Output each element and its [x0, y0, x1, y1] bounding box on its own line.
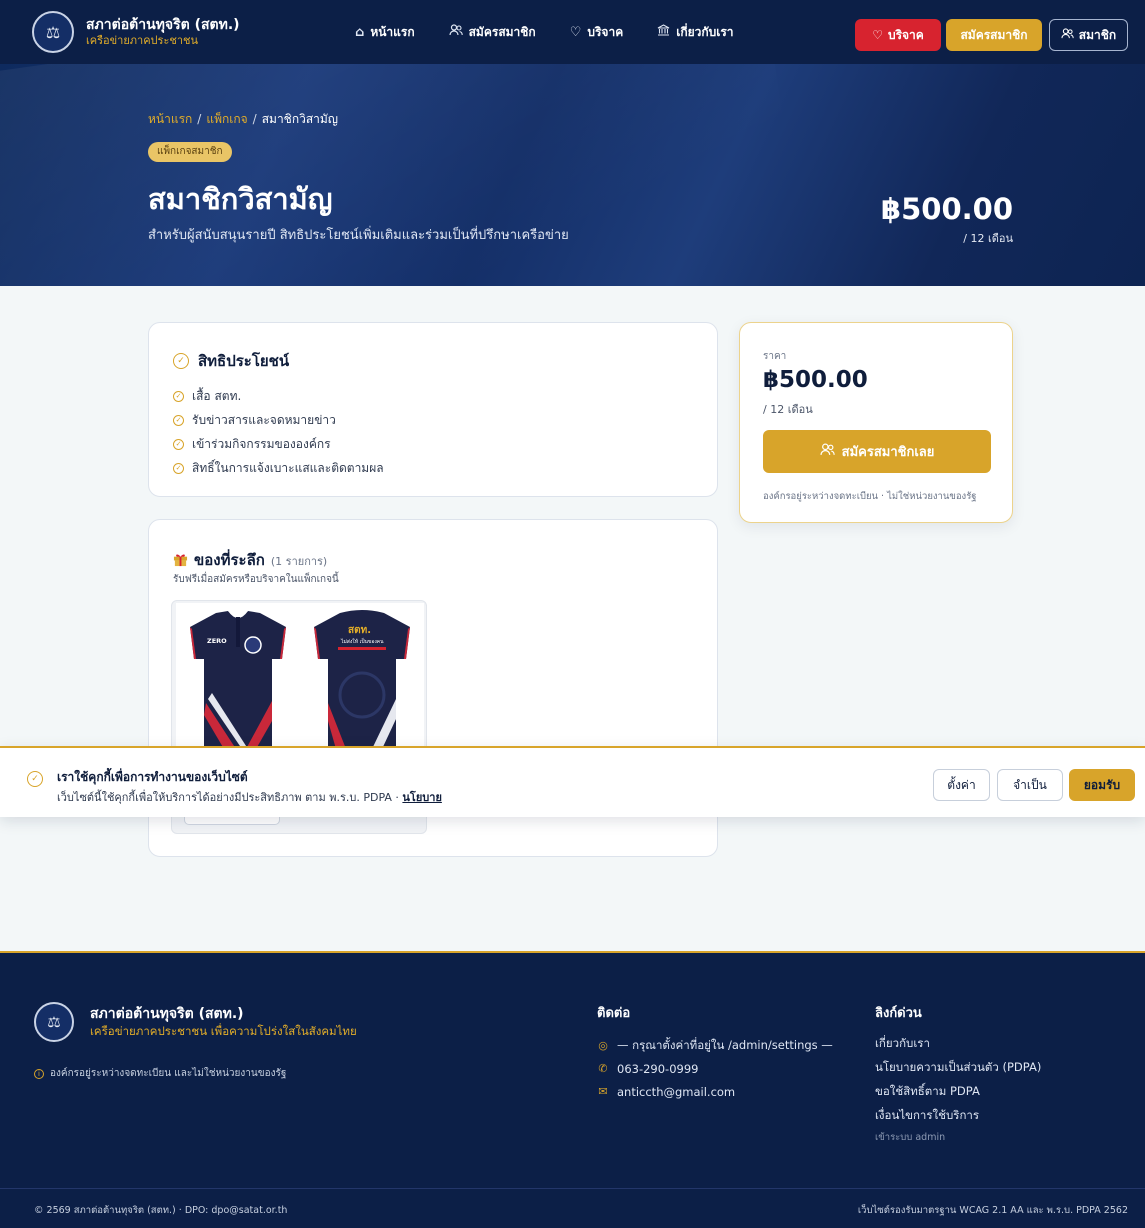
benefits-title: สิทธิประโยชน์ — [198, 352, 290, 370]
footer-quick-links: เกี่ยวกับเรา นโยบายความเป็นส่วนตัว (PDPA… — [875, 1031, 1041, 1149]
footer-brand: ⚖ สภาต่อต้านทุจริต (สตท.) เครือข่ายภาคปร… — [34, 1002, 357, 1042]
souvenir-count: (1 รายการ) — [270, 555, 328, 568]
souvenir-title: ของที่ระลึก — [194, 551, 265, 569]
footer-link-terms[interactable]: เงื่อนไขการใช้บริการ — [875, 1103, 1041, 1127]
heart-icon: ♡ — [872, 28, 883, 42]
nav-donate[interactable]: ♡ บริจาค — [570, 23, 624, 42]
registration-note: องค์กรอยู่ระหว่างจดทะเบียน · ไม่ใช่หน่วย… — [763, 491, 977, 502]
org-tagline: เครือข่ายภาคประชาชน — [86, 34, 198, 47]
footer-email[interactable]: anticcth@gmail.com — [617, 1085, 735, 1099]
cookie-text: เว็บไซต์นี้ใช้คุกกี้เพื่อให้บริการได้อย่… — [57, 791, 442, 804]
footer-admin-link[interactable]: เข้าระบบ admin — [875, 1127, 1041, 1149]
footer-org-name: สภาต่อต้านทุจริต (สตท.) — [90, 1006, 244, 1022]
price-card: ราคา ฿500.00 / 12 เดือน สมัครสมาชิกเลย อ… — [739, 322, 1013, 523]
check-icon: ✓ — [173, 438, 184, 450]
package-badge: แพ็กเกจสมาชิก — [148, 142, 232, 162]
souvenir-subtitle: รับฟรีเมื่อสมัครหรือบริจาคในแพ็กเกจนี้ — [173, 574, 339, 585]
footer-bottom-bar: © 2569 สภาต่อต้านทุจริต (สตท.) · DPO: dp… — [0, 1188, 1145, 1228]
org-logo-icon: ⚖ — [34, 1002, 74, 1042]
users-icon — [449, 24, 463, 40]
breadcrumb-current: สมาชิกวิสามัญ — [261, 112, 339, 126]
nav-join[interactable]: สมัครสมาชิก — [449, 23, 536, 42]
check-circle-icon: ✓ — [173, 353, 189, 369]
hero-price: ฿500.00 — [880, 192, 1013, 226]
footer-links-title: ลิงก์ด่วน — [875, 1006, 922, 1021]
home-icon: ⌂ — [355, 24, 365, 40]
member-button[interactable]: สมาชิก — [1049, 19, 1128, 51]
users-icon — [820, 443, 835, 460]
footer-contact-title: ติดต่อ — [597, 1006, 631, 1021]
org-name: สภาต่อต้านทุจริต (สตท.) — [86, 17, 240, 33]
package-hero: หน้าแรก / แพ็กเกจ / สมาชิกวิสามัญ แพ็กเกจสมา… — [0, 64, 1145, 286]
svg-text:สตท.: สตท. — [348, 625, 371, 636]
site-header: ⚖ สภาต่อต้านทุจริต (สตท.) เครือข่ายภาคปร… — [0, 0, 1145, 64]
cookie-necessary-button[interactable]: จำเป็น — [997, 769, 1063, 801]
cookie-consent-bar: ✓ เราใช้คุกกี้เพื่อการทำงานของเว็บไซต์ เ… — [0, 746, 1145, 817]
building-icon — [657, 24, 670, 40]
cookie-settings-button[interactable]: ตั้งค่า — [933, 769, 990, 801]
phone-icon: ✆ — [598, 1062, 608, 1075]
join-now-button[interactable]: สมัครสมาชิกเลย — [763, 430, 991, 473]
footer-link-pdpa-request[interactable]: ขอใช้สิทธิ์ตาม PDPA — [875, 1079, 1041, 1103]
heart-icon: ♡ — [569, 24, 582, 40]
gift-icon — [173, 554, 188, 567]
breadcrumb: หน้าแรก / แพ็กเกจ / สมาชิกวิสามัญ — [148, 112, 339, 126]
price-label: ราคา — [763, 351, 787, 362]
footer-phone[interactable]: 063-290-0999 — [617, 1062, 698, 1076]
location-pin-icon: ◎ — [598, 1039, 608, 1052]
nav-home[interactable]: ⌂ หน้าแรก — [355, 23, 415, 42]
check-icon: ✓ — [173, 462, 184, 474]
svg-text:ZERO: ZERO — [207, 637, 227, 645]
footer-link-about[interactable]: เกี่ยวกับเรา — [875, 1031, 1041, 1055]
footer-org-tagline: เครือข่ายภาคประชาชน เพื่อความโปร่งใสในสั… — [90, 1024, 357, 1038]
package-description: สำหรับผู้สนับสนุนรายปี สิทธิประโยชน์เพิ่… — [148, 228, 569, 243]
check-circle-icon: ✓ — [27, 771, 43, 787]
list-item: ✓ เข้าร่วมกิจกรรมขององค์กร — [173, 432, 384, 456]
price-period: / 12 เดือน — [763, 403, 813, 416]
main-nav: ⌂ หน้าแรก สมัครสมาชิก ♡ บริจาค เกี่ยวกับ… — [355, 0, 734, 64]
cookie-title: เราใช้คุกกี้เพื่อการทำงานของเว็บไซต์ — [57, 770, 248, 784]
accessibility-statement: เว็บไซต์รองรับมาตรฐาน WCAG 2.1 AA และ พ.… — [857, 1205, 1128, 1216]
copyright: © 2569 สภาต่อต้านทุจริต (สตท.) · DPO: dp… — [34, 1205, 288, 1216]
mail-icon: ✉ — [598, 1085, 608, 1098]
join-button[interactable]: สมัครสมาชิก — [946, 19, 1042, 51]
brand[interactable]: ⚖ สภาต่อต้านทุจริต (สตท.) เครือข่ายภาคปร… — [32, 11, 240, 53]
hero-period: / 12 เดือน — [963, 232, 1013, 245]
list-item: ✓ เสื้อ สตท. — [173, 384, 384, 408]
footer-address: — กรุณาตั้งค่าที่อยู่ใน /admin/settings … — [617, 1037, 833, 1052]
nav-about[interactable]: เกี่ยวกับเรา — [657, 23, 734, 42]
footer-link-privacy[interactable]: นโยบายความเป็นส่วนตัว (PDPA) — [875, 1055, 1041, 1079]
info-icon: i — [34, 1068, 44, 1079]
check-icon: ✓ — [173, 390, 184, 402]
breadcrumb-packages[interactable]: แพ็กเกจ — [206, 112, 247, 126]
breadcrumb-home[interactable]: หน้าแรก — [148, 112, 192, 126]
benefit-list: ✓ เสื้อ สตท. ✓ รับข่าวสารและจดหมายข่าว ✓ เข… — [173, 384, 384, 480]
footer-contact: ◎ — กรุณาตั้งค่าที่อยู่ใน /admin/settings… — [597, 1034, 833, 1103]
users-icon — [1061, 28, 1074, 42]
donate-button[interactable]: ♡ บริจาค — [855, 19, 941, 51]
list-item: ✓ สิทธิ์ในการแจ้งเบาะแสและติดตามผล — [173, 456, 384, 480]
footer-note: i องค์กรอยู่ระหว่างจดทะเบียน และไม่ใช่หน… — [34, 1066, 286, 1081]
price-value: ฿500.00 — [763, 367, 868, 393]
cookie-policy-link[interactable]: นโยบาย — [402, 791, 441, 804]
polo-shirt-image: ZERO สตท. ไม่ส่งให้ เป็นของคน — [176, 603, 424, 753]
list-item: ✓ รับข่าวสารและจดหมายข่าว — [173, 408, 384, 432]
benefits-card: ✓ สิทธิประโยชน์ ✓ เสื้อ สตท. ✓ รับข่าวสารแ… — [148, 322, 718, 497]
svg-text:ไม่ส่งให้ เป็นของคน: ไม่ส่งให้ เป็นของคน — [340, 637, 384, 645]
cookie-accept-button[interactable]: ยอมรับ — [1069, 769, 1135, 801]
page-title: สมาชิกวิสามัญ — [148, 182, 333, 216]
org-logo-icon: ⚖ — [32, 11, 74, 53]
check-icon: ✓ — [173, 414, 184, 426]
site-footer: ⚖ สภาต่อต้านทุจริต (สตท.) เครือข่ายภาคปร… — [0, 951, 1145, 1228]
